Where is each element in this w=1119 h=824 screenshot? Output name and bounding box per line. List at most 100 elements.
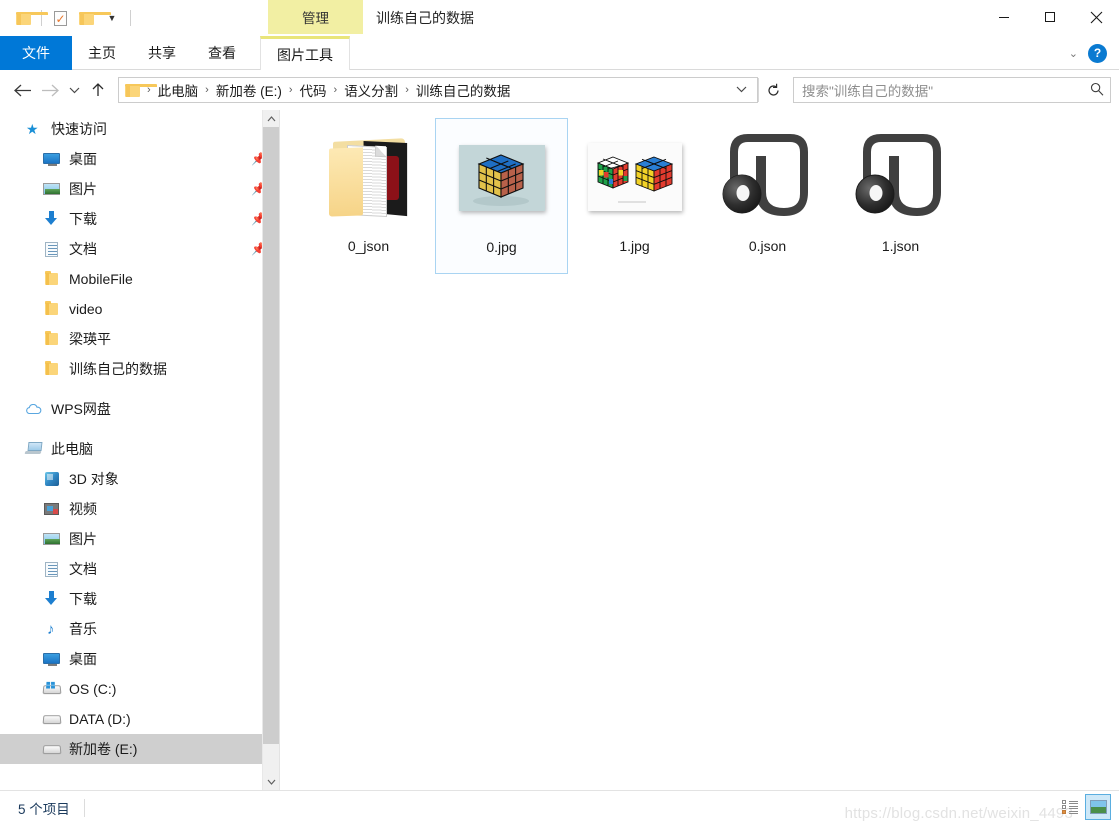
sidebar-item-video[interactable]: video	[0, 294, 279, 324]
sidebar-item-os-c[interactable]: OS (C:)	[0, 674, 279, 704]
new-folder-icon[interactable]	[73, 5, 111, 31]
tab-share[interactable]: 共享	[132, 36, 192, 70]
address-bar: › 此电脑 › 新加卷 (E:) › 代码 › 语义分割 › 训练自己的数据 搜…	[0, 70, 1119, 110]
breadcrumb-segment-current[interactable]: 训练自己的数据	[414, 80, 513, 100]
minimize-button[interactable]	[981, 0, 1027, 34]
maximize-button[interactable]	[1027, 0, 1073, 34]
breadcrumb-segment-semantic-seg[interactable]: 语义分割	[342, 80, 400, 100]
music-icon: ♪	[47, 621, 55, 638]
sidebar-label: 此电脑	[51, 441, 93, 457]
sidebar-item-pc-pictures[interactable]: 图片	[0, 524, 279, 554]
close-button[interactable]	[1073, 0, 1119, 34]
large-icons-view-button[interactable]	[1085, 794, 1111, 820]
sidebar-item-quick-access[interactable]: ★ 快速访问	[0, 114, 279, 144]
file-item-0-json-folder[interactable]: 0_json	[302, 118, 435, 274]
window-controls	[981, 0, 1119, 34]
file-item-0-json[interactable]: 0.json	[701, 118, 834, 274]
scroll-up-icon[interactable]	[263, 110, 279, 127]
sidebar-label: 桌面	[69, 151, 97, 167]
search-box[interactable]: 搜索"训练自己的数据"	[793, 77, 1111, 103]
properties-icon[interactable]: ✓	[47, 5, 73, 31]
forward-button[interactable]	[36, 75, 64, 105]
computer-icon	[24, 440, 44, 458]
tab-view-label: 查看	[208, 45, 236, 61]
drive-icon	[42, 740, 62, 758]
sidebar-label: 新加卷 (E:)	[69, 741, 138, 757]
chevron-down-icon[interactable]: ⌄	[1069, 47, 1078, 60]
details-view-button[interactable]	[1057, 794, 1083, 820]
status-separator	[83, 798, 85, 817]
contextual-tab-label: 管理	[302, 11, 329, 26]
tab-file[interactable]: 文件	[0, 36, 72, 70]
up-button[interactable]	[84, 75, 112, 105]
sidebar-item-documents[interactable]: 文档 📌	[0, 234, 279, 264]
sidebar-item-mobilefile[interactable]: MobileFile	[0, 264, 279, 294]
customize-caret-icon[interactable]: ▼	[99, 5, 125, 31]
breadcrumb-separator-2: ›	[288, 84, 293, 96]
sidebar-item-training-data[interactable]: 训练自己的数据	[0, 354, 279, 384]
tab-view[interactable]: 查看	[192, 36, 252, 70]
folder-icon[interactable]	[10, 5, 48, 31]
3d-object-icon	[42, 470, 62, 488]
sidebar-item-videos[interactable]: 视频	[0, 494, 279, 524]
sidebar-item-pc-desktop[interactable]: 桌面	[0, 644, 279, 674]
sidebar-item-new-volume-e[interactable]: 新加卷 (E:)	[0, 734, 279, 764]
search-icon[interactable]	[1090, 82, 1104, 99]
scrollbar-thumb[interactable]	[263, 127, 279, 744]
sidebar-item-downloads[interactable]: 下载 📌	[0, 204, 279, 234]
picture-icon	[42, 530, 62, 548]
search-input[interactable]: 搜索"训练自己的数据"	[802, 80, 1090, 100]
tab-picture-tools[interactable]: 图片工具	[260, 36, 350, 70]
file-list-view[interactable]: 0_json 0.jpg 1.jpg 0.json 1.json	[280, 110, 1119, 790]
items-grid: 0_json 0.jpg 1.jpg 0.json 1.json	[280, 110, 1119, 274]
tab-home[interactable]: 主页	[72, 36, 132, 70]
sidebar-label: 视频	[69, 501, 97, 517]
breadcrumb-segment-code[interactable]: 代码	[298, 80, 329, 100]
star-pin-icon: ★	[26, 121, 39, 137]
sidebar-item-pc-downloads[interactable]: 下载	[0, 584, 279, 614]
sidebar-scrollbar[interactable]	[262, 110, 279, 790]
json-file-icon	[848, 124, 954, 230]
cloud-icon	[24, 400, 44, 418]
folder-icon	[42, 300, 62, 318]
breadcrumb-segment-this-pc[interactable]: 此电脑	[156, 80, 201, 100]
breadcrumb-segment-drive-e[interactable]: 新加卷 (E:)	[214, 80, 284, 100]
sidebar-label: 训练自己的数据	[69, 361, 167, 377]
status-bar: 5 个项目 https://blog.csdn.net/weixin_4493	[0, 790, 1119, 824]
file-item-label: 1.json	[881, 238, 920, 254]
file-item-label: 0_json	[347, 238, 390, 254]
file-item-1-json[interactable]: 1.json	[834, 118, 967, 274]
ribbon-right-controls: ⌄ ?	[1069, 36, 1113, 70]
download-icon	[42, 590, 62, 608]
contextual-tab-manage[interactable]: 管理	[268, 0, 363, 34]
folder-icon	[42, 270, 62, 288]
sidebar-item-liangyingping[interactable]: 梁瑛平	[0, 324, 279, 354]
window-title: 训练自己的数据	[376, 0, 474, 36]
breadcrumb-separator-3: ›	[333, 84, 338, 96]
sidebar-item-desktop[interactable]: 桌面 📌	[0, 144, 279, 174]
download-icon	[42, 210, 62, 228]
refresh-icon[interactable]	[759, 83, 787, 98]
os-drive-icon	[42, 680, 62, 698]
sidebar-item-pictures[interactable]: 图片 📌	[0, 174, 279, 204]
sidebar-item-pc-documents[interactable]: 文档	[0, 554, 279, 584]
help-icon[interactable]: ?	[1088, 43, 1107, 63]
breadcrumb-folder-icon	[125, 83, 157, 97]
sidebar-label: 梁瑛平	[69, 331, 111, 347]
sidebar-item-3d-objects[interactable]: 3D 对象	[0, 464, 279, 494]
sidebar-item-this-pc[interactable]: 此电脑	[0, 434, 279, 464]
file-item-0-jpg[interactable]: 0.jpg	[435, 118, 568, 274]
tab-share-label: 共享	[148, 45, 176, 61]
sidebar-item-data-d[interactable]: DATA (D:)	[0, 704, 279, 734]
sidebar-item-music[interactable]: ♪ 音乐	[0, 614, 279, 644]
breadcrumb-right	[732, 84, 755, 96]
breadcrumb-dropdown-icon[interactable]	[732, 84, 755, 96]
recent-locations-button[interactable]	[64, 75, 84, 105]
sidebar-item-wps-cloud[interactable]: WPS网盘	[0, 394, 279, 424]
file-item-1-jpg[interactable]: 1.jpg	[568, 118, 701, 274]
file-item-label: 1.jpg	[619, 238, 650, 254]
breadcrumb-separator-1: ›	[205, 84, 209, 96]
back-button[interactable]	[8, 75, 36, 105]
scroll-down-icon[interactable]	[263, 773, 279, 790]
breadcrumb[interactable]: › 此电脑 › 新加卷 (E:) › 代码 › 语义分割 › 训练自己的数据	[118, 77, 758, 103]
